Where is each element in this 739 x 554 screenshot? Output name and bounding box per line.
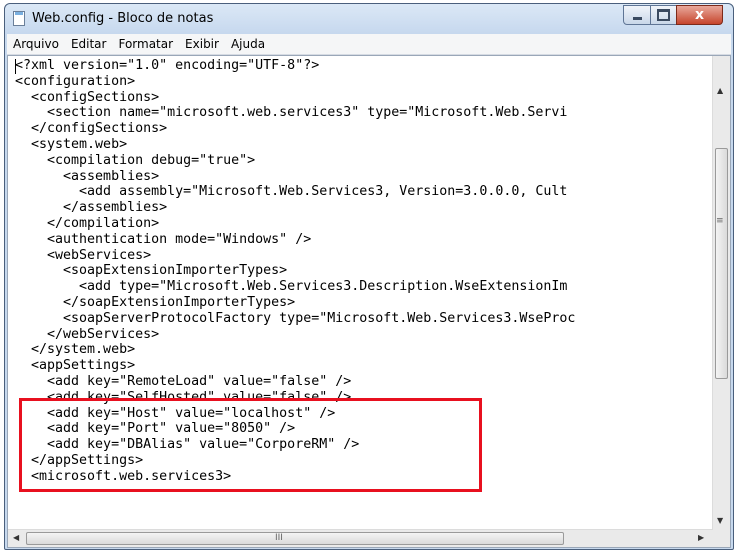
scroll-right-arrow-icon[interactable]: ▶: [698, 533, 704, 542]
scroll-up-arrow-icon[interactable]: ▲: [717, 86, 723, 95]
text-line: <add assembly="Microsoft.Web.Services3, …: [15, 184, 568, 200]
text-line: </configSections>: [15, 121, 168, 137]
scroll-down-arrow-icon[interactable]: ▼: [717, 516, 723, 525]
text-line: </compilation>: [15, 215, 160, 231]
text-line: <soapExtensionImporterTypes>: [15, 263, 288, 279]
menu-ajuda[interactable]: Ajuda: [225, 37, 271, 51]
horizontal-scroll-thumb[interactable]: III: [26, 532, 564, 545]
text-line: <?xml version="1.0" encoding="UTF-8"?>: [15, 58, 320, 73]
text-line: <add key="RemoteLoad" value="false" />: [15, 373, 352, 389]
close-icon: x: [694, 7, 705, 23]
vertical-grip-icon: ≡: [716, 216, 724, 226]
appsettings-highlight-box: [19, 398, 482, 492]
text-line: <section name="microsoft.web.services3" …: [15, 105, 568, 121]
window-title: Web.config - Bloco de notas: [32, 11, 214, 26]
maximize-button[interactable]: [650, 5, 677, 25]
resize-corner[interactable]: [713, 530, 730, 547]
scroll-left-arrow-icon[interactable]: ◀: [13, 533, 19, 542]
text-line: <appSettings>: [15, 358, 136, 374]
text-line: <authentication mode="Windows" />: [15, 231, 312, 247]
menu-exibir[interactable]: Exibir: [179, 37, 225, 51]
text-line: <add type="Microsoft.Web.Services3.Descr…: [15, 279, 568, 295]
text-line: <assemblies>: [15, 168, 160, 184]
horizontal-scrollbar[interactable]: ◀ III ▶: [8, 529, 713, 547]
menu-bar: Arquivo Editar Formatar Exibir Ajuda: [7, 34, 731, 55]
text-line: </assemblies>: [15, 200, 168, 216]
minimize-button[interactable]: [623, 5, 651, 25]
vertical-scroll-thumb[interactable]: [715, 148, 728, 379]
close-button[interactable]: x: [676, 5, 723, 25]
minimize-icon: [632, 16, 642, 20]
text-line: <soapServerProtocolFactory type="Microso…: [15, 310, 576, 326]
maximize-icon: [657, 9, 670, 21]
text-line: <compilation debug="true">: [15, 152, 256, 168]
text-line: <configSections>: [15, 89, 160, 105]
text-line: <system.web>: [15, 136, 128, 152]
text-line: </system.web>: [15, 342, 136, 358]
menu-formatar[interactable]: Formatar: [112, 37, 179, 51]
text-line: <webServices>: [15, 247, 152, 263]
text-line: <configuration>: [15, 73, 136, 89]
title-bar[interactable]: Web.config - Bloco de notas x: [5, 4, 733, 34]
menu-arquivo[interactable]: Arquivo: [7, 37, 65, 51]
menu-editar[interactable]: Editar: [65, 37, 113, 51]
text-line: </webServices>: [15, 326, 160, 342]
vertical-scrollbar[interactable]: ▲ ≡ ▼: [712, 56, 730, 530]
horizontal-grip-icon: III: [275, 533, 283, 543]
notepad-icon: [13, 11, 25, 26]
text-caret: [15, 59, 16, 74]
text-line: </soapExtensionImporterTypes>: [15, 294, 296, 310]
